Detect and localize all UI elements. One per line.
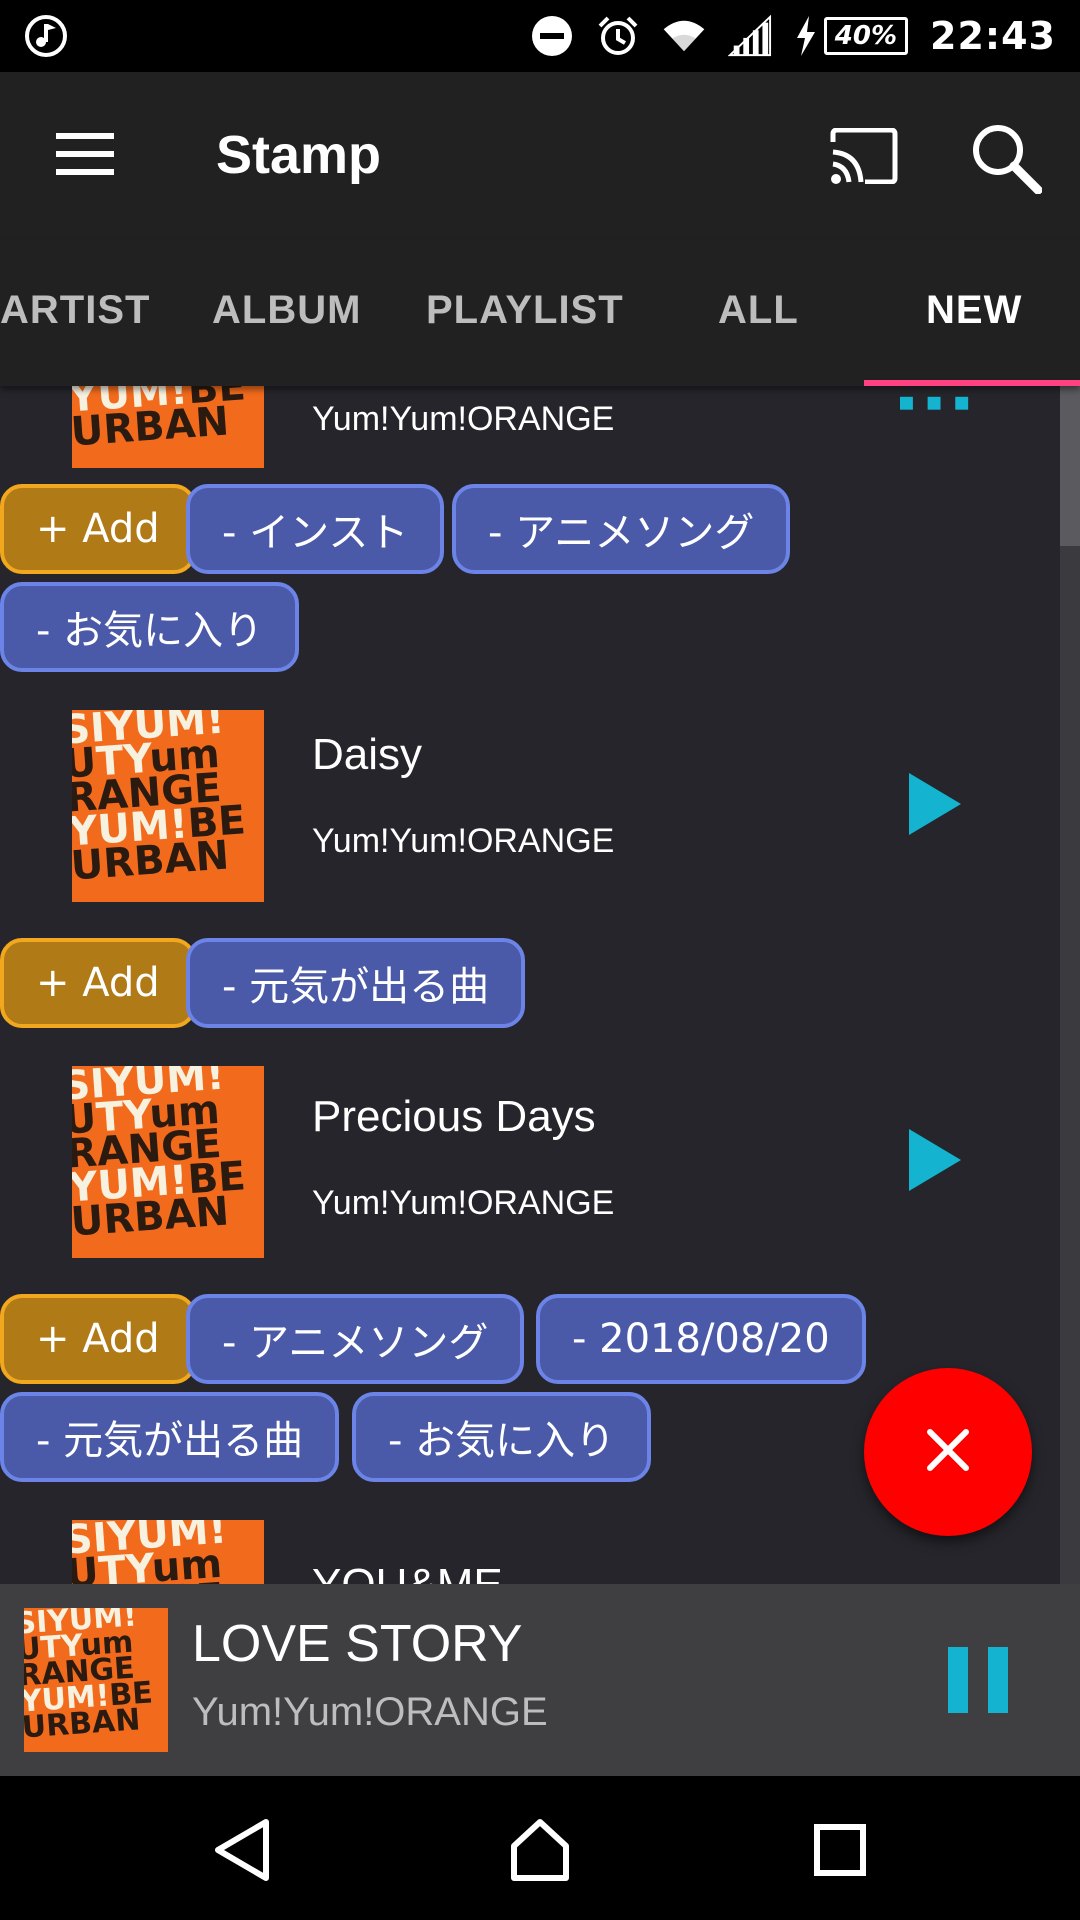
pause-icon (948, 1647, 968, 1713)
album-cover: SIYUM!UTYumRANGE (72, 1520, 264, 1584)
now-playing-cover: SIYUM! UTYum RANGE YUM!BE URBAN (24, 1608, 168, 1752)
wifi-icon (662, 14, 706, 58)
recents-button[interactable] (800, 1812, 880, 1892)
app-screen: 40% 22:43 Stamp ARTIST ALBUM PLAYLIST AL… (0, 0, 1080, 1920)
song-title: Daisy (312, 730, 423, 779)
album-cover: SIYUM!UTYumRANGEYUM!BEURBAN (72, 386, 264, 468)
tag-chip[interactable]: - インスト (186, 484, 445, 574)
tab-bar: ARTIST ALBUM PLAYLIST ALL NEW (0, 240, 1080, 386)
app-bar: Stamp (0, 72, 1080, 240)
add-tag-button[interactable]: + Add (0, 938, 196, 1028)
tab-all[interactable]: ALL (718, 288, 799, 333)
tag-chip[interactable]: - アニメソング (452, 484, 791, 574)
search-icon (968, 120, 1043, 198)
pause-button[interactable] (948, 1636, 1008, 1724)
add-tag-button[interactable]: + Add (0, 484, 196, 574)
app-title: Stamp (216, 125, 382, 185)
album-cover: SIYUM!UTYumRANGEYUM!BEURBAN (72, 1066, 264, 1258)
scrollbar-thumb[interactable] (1060, 386, 1080, 546)
battery-level: 40% (823, 17, 909, 55)
home-icon (508, 1818, 572, 1886)
scrollbar-track[interactable] (1060, 386, 1080, 1584)
home-button[interactable] (500, 1812, 580, 1892)
song-title: YOU&ME (312, 1560, 503, 1584)
close-icon (926, 1428, 970, 1476)
song-artist: Yum!Yum!ORANGE (312, 400, 615, 438)
play-button[interactable] (900, 1122, 970, 1202)
tag-chip[interactable]: - お気に入り (352, 1392, 652, 1482)
play-button[interactable] (900, 766, 970, 846)
now-playing-bar[interactable]: SIYUM! UTYum RANGE YUM!BE URBAN LOVE STORY Y… (0, 1584, 1080, 1776)
song-artist: Yum!Yum!ORANGE (312, 1184, 615, 1222)
close-fab-button[interactable] (864, 1368, 1032, 1536)
signal-icon (727, 14, 772, 58)
cast-icon (829, 127, 899, 188)
tag-chip[interactable]: - 元気が出る曲 (186, 938, 526, 1028)
song-row[interactable]: SIYUM!UTYumRANGEYUM!BEURBAN Yum!Yum!ORAN… (0, 386, 1060, 468)
cast-button[interactable] (818, 122, 910, 194)
now-playing-title: LOVE STORY (192, 1615, 523, 1673)
battery-indicator: 40% (794, 14, 909, 58)
tag-chip[interactable]: - アニメソング (186, 1294, 525, 1384)
tag-chip[interactable]: - お気に入り (0, 582, 300, 672)
tag-chip[interactable]: - 元気が出る曲 (0, 1392, 340, 1482)
tab-new[interactable]: NEW (926, 288, 1022, 333)
album-cover: SIYUM!UTYumRANGEYUM!BEURBAN (72, 710, 264, 902)
menu-icon (56, 133, 114, 179)
now-playing-artist: Yum!Yum!ORANGE (192, 1690, 548, 1734)
tab-indicator (864, 380, 1080, 386)
music-note-icon (24, 14, 68, 58)
alarm-icon (596, 14, 640, 58)
song-title: Precious Days (312, 1092, 596, 1141)
navigation-bar (0, 1776, 1080, 1920)
tab-playlist[interactable]: PLAYLIST (426, 288, 624, 333)
tab-artist[interactable]: ARTIST (0, 288, 150, 333)
add-tag-button[interactable]: + Add (0, 1294, 196, 1384)
do-not-disturb-icon (530, 14, 574, 58)
song-row[interactable]: SIYUM! UTYum RANGE YUM!BE URBAN Daisy Yum!Yu… (0, 710, 1060, 902)
status-clock: 22:43 (930, 14, 1056, 58)
back-button[interactable] (202, 1812, 282, 1892)
recents-icon (814, 1824, 866, 1880)
charging-icon (794, 14, 818, 58)
partial-play-button[interactable] (900, 386, 970, 446)
back-icon (212, 1818, 272, 1886)
search-button[interactable] (960, 116, 1050, 202)
play-icon (909, 773, 961, 839)
status-bar: 40% 22:43 (0, 0, 1080, 72)
menu-button[interactable] (40, 120, 130, 192)
song-row[interactable]: SIYUM!UTYumRANGE YOU&ME (0, 1520, 1060, 1584)
song-artist: Yum!Yum!ORANGE (312, 822, 615, 860)
tag-chip[interactable]: - 2018/08/20 (536, 1294, 866, 1384)
play-icon (909, 1129, 961, 1195)
song-row[interactable]: SIYUM! UTYum RANGE YUM!BE URBAN Precious Day… (0, 1066, 1060, 1258)
tab-album[interactable]: ALBUM (212, 288, 361, 333)
